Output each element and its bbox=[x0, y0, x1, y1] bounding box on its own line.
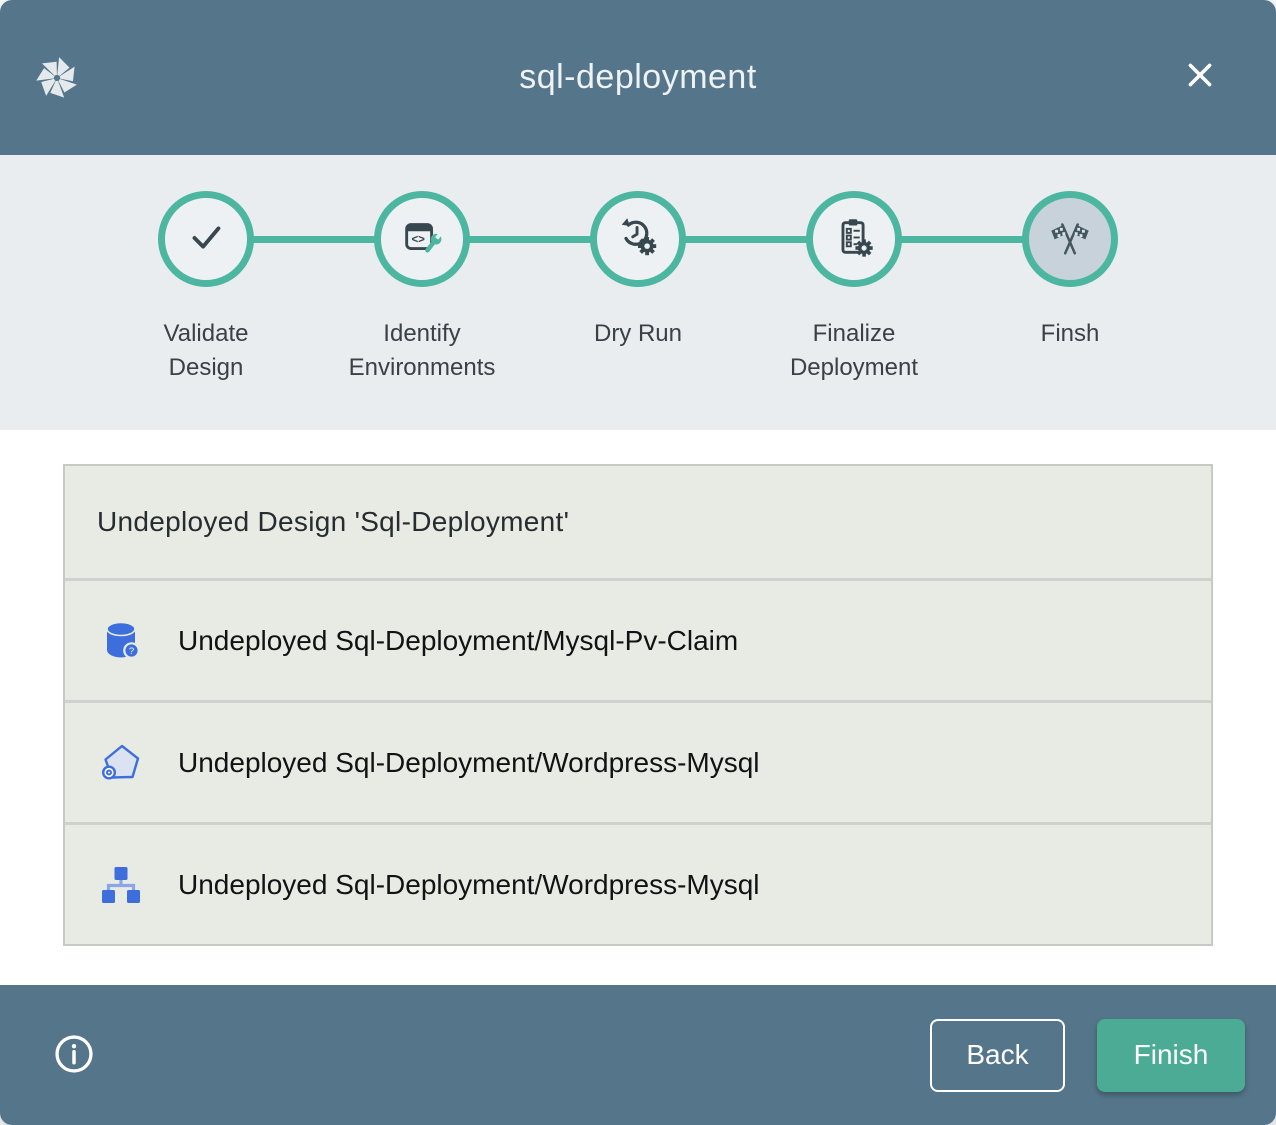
dialog-footer: Back Finish bbox=[0, 985, 1276, 1125]
svg-text:?: ? bbox=[129, 646, 134, 657]
clipboard-gear-icon bbox=[831, 214, 877, 265]
step-label: Finalize Deployment bbox=[775, 317, 933, 385]
stepper: Validate Design <> bbox=[0, 155, 1276, 430]
dialog-header: sql-deployment bbox=[0, 0, 1276, 155]
step-label: Identify Environments bbox=[343, 317, 501, 385]
finish-button[interactable]: Finish bbox=[1097, 1019, 1245, 1092]
step-circle-5[interactable] bbox=[1022, 191, 1118, 287]
hierarchy-icon bbox=[97, 860, 145, 910]
deployment-wizard-dialog: sql-deployment bbox=[0, 0, 1276, 1125]
close-button[interactable] bbox=[1176, 52, 1224, 100]
svg-text:<>: <> bbox=[411, 234, 425, 246]
meshery-logo-icon bbox=[32, 52, 82, 104]
list-item-text: Undeployed Sql-Deployment/Wordpress-Mysq… bbox=[178, 869, 760, 901]
step-label: Dry Run bbox=[594, 317, 682, 351]
code-wrench-icon: <> bbox=[399, 214, 445, 265]
list-item: Undeployed Sql-Deployment/Wordpress-Mysq… bbox=[65, 822, 1211, 944]
checkered-flags-icon bbox=[1047, 214, 1093, 265]
info-button[interactable] bbox=[52, 1033, 96, 1077]
close-icon bbox=[1179, 54, 1221, 99]
list-item: Undeployed Sql-Deployment/Wordpress-Mysq… bbox=[65, 700, 1211, 822]
step-validate-design: Validate Design bbox=[98, 191, 314, 385]
step-identify-environments: <> Identify Environments bbox=[314, 191, 530, 385]
summary-text: Undeployed Design 'Sql-Deployment' bbox=[97, 506, 569, 538]
step-circle-2[interactable]: <> bbox=[374, 191, 470, 287]
pentagon-icon bbox=[97, 738, 145, 788]
database-icon: ? bbox=[97, 616, 145, 666]
step-finish: Finsh bbox=[962, 191, 1178, 385]
list-item: ? Undeployed Sql-Deployment/Mysql-Pv-Cla… bbox=[65, 578, 1211, 700]
list-item-text: Undeployed Sql-Deployment/Wordpress-Mysq… bbox=[178, 747, 760, 779]
check-icon bbox=[183, 214, 229, 265]
step-dry-run: Dry Run bbox=[530, 191, 746, 385]
history-gear-icon bbox=[615, 214, 661, 265]
step-label: Validate Design bbox=[127, 317, 285, 385]
step-circle-4[interactable] bbox=[806, 191, 902, 287]
summary-row: Undeployed Design 'Sql-Deployment' bbox=[65, 466, 1211, 578]
step-circle-3[interactable] bbox=[590, 191, 686, 287]
undeploy-results-panel: Undeployed Design 'Sql-Deployment' ? Und… bbox=[63, 464, 1213, 946]
results-content: Undeployed Design 'Sql-Deployment' ? Und… bbox=[0, 430, 1276, 985]
step-label: Finsh bbox=[1041, 317, 1100, 351]
step-finalize-deployment: Finalize Deployment bbox=[746, 191, 962, 385]
list-item-text: Undeployed Sql-Deployment/Mysql-Pv-Claim bbox=[178, 625, 738, 657]
info-icon bbox=[52, 1032, 96, 1079]
step-circle-1[interactable] bbox=[158, 191, 254, 287]
dialog-title: sql-deployment bbox=[0, 58, 1276, 97]
back-button[interactable]: Back bbox=[930, 1019, 1065, 1092]
